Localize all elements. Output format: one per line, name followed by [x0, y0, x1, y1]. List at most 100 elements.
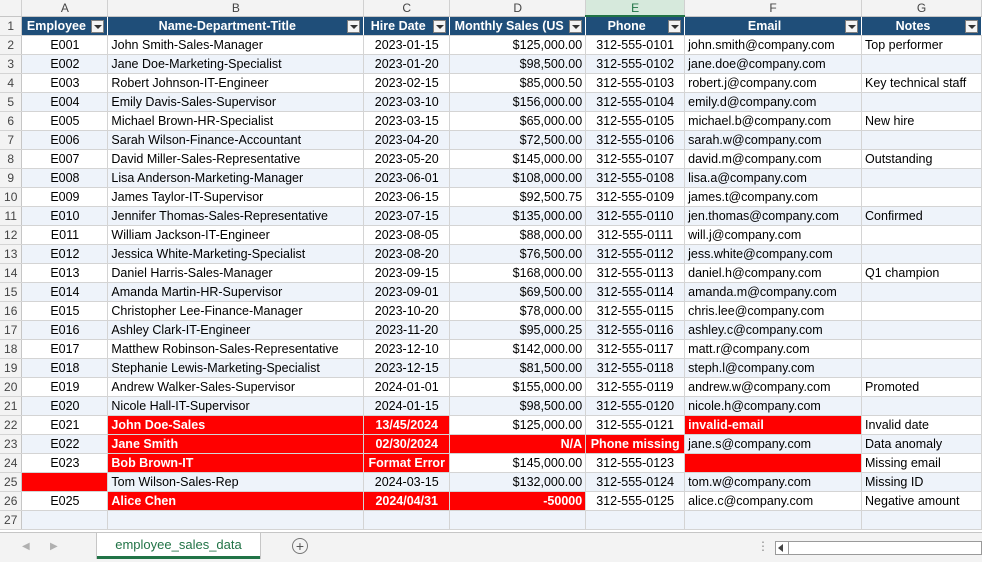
- hire-date-cell[interactable]: 2024-03-15: [363, 472, 451, 492]
- row-number[interactable]: 22: [0, 415, 23, 435]
- monthly-sales-cell[interactable]: [449, 510, 587, 530]
- notes-cell[interactable]: Top performer: [861, 35, 982, 55]
- employee-id-cell[interactable]: E006: [21, 130, 109, 150]
- phone-cell[interactable]: 312-555-0118: [585, 358, 686, 378]
- monthly-sales-cell[interactable]: $125,000.00: [449, 415, 587, 435]
- hire-date-cell[interactable]: Format Error: [363, 453, 451, 473]
- hire-date-cell[interactable]: 13/45/2024: [363, 415, 451, 435]
- employee-id-cell[interactable]: E012: [21, 244, 109, 264]
- add-sheet-icon[interactable]: +: [292, 538, 308, 554]
- monthly-sales-cell[interactable]: $98,500.00: [449, 396, 587, 416]
- employee-id-cell[interactable]: E021: [21, 415, 109, 435]
- phone-cell[interactable]: 312-555-0106: [585, 130, 686, 150]
- row-number[interactable]: 26: [0, 491, 23, 511]
- column-header-a[interactable]: A: [21, 0, 109, 17]
- scroll-left-arrow-icon[interactable]: [778, 544, 783, 552]
- hire-date-cell[interactable]: 2023-09-15: [363, 263, 451, 283]
- row-number[interactable]: 13: [0, 244, 23, 264]
- phone-cell[interactable]: 312-555-0115: [585, 301, 686, 321]
- phone-cell[interactable]: 312-555-0105: [585, 111, 686, 131]
- notes-cell[interactable]: Confirmed: [861, 206, 982, 226]
- employee-id-cell[interactable]: E019: [21, 377, 109, 397]
- hire-date-cell[interactable]: 2023-03-10: [363, 92, 451, 112]
- phone-cell[interactable]: 312-555-0116: [585, 320, 686, 340]
- phone-cell[interactable]: 312-555-0111: [585, 225, 686, 245]
- row-number[interactable]: 4: [0, 73, 23, 93]
- row-number[interactable]: 11: [0, 206, 23, 226]
- phone-cell[interactable]: 312-555-0112: [585, 244, 686, 264]
- employee-id-cell[interactable]: E023: [21, 453, 109, 473]
- row-number[interactable]: 19: [0, 358, 23, 378]
- notes-cell[interactable]: Negative amount: [861, 491, 982, 511]
- monthly-sales-cell[interactable]: $125,000.00: [449, 35, 587, 55]
- header-phone[interactable]: Phone: [585, 16, 686, 36]
- monthly-sales-cell[interactable]: $168,000.00: [449, 263, 587, 283]
- hire-date-cell[interactable]: 2024-01-01: [363, 377, 451, 397]
- phone-cell[interactable]: 312-555-0108: [585, 168, 686, 188]
- phone-cell[interactable]: 312-555-0114: [585, 282, 686, 302]
- monthly-sales-cell[interactable]: $85,000.50: [449, 73, 587, 93]
- hire-date-cell[interactable]: 2023-12-15: [363, 358, 451, 378]
- email-cell[interactable]: john.smith@company.com: [684, 35, 863, 55]
- phone-cell[interactable]: Phone missing: [585, 434, 686, 454]
- email-cell[interactable]: lisa.a@company.com: [684, 168, 863, 188]
- header-name-department-title[interactable]: Name-Department-Title: [107, 16, 365, 36]
- notes-cell[interactable]: [861, 225, 982, 245]
- employee-id-cell[interactable]: E011: [21, 225, 109, 245]
- email-cell[interactable]: invalid-email: [684, 415, 863, 435]
- hire-date-cell[interactable]: 02/30/2024: [363, 434, 451, 454]
- monthly-sales-cell[interactable]: $145,000.00: [449, 453, 587, 473]
- employee-id-cell[interactable]: E014: [21, 282, 109, 302]
- phone-cell[interactable]: 312-555-0123: [585, 453, 686, 473]
- employee-id-cell[interactable]: E010: [21, 206, 109, 226]
- row-number[interactable]: 15: [0, 282, 23, 302]
- employee-id-cell[interactable]: E013: [21, 263, 109, 283]
- name-cell[interactable]: Stephanie Lewis-Marketing-Specialist: [107, 358, 365, 378]
- hire-date-cell[interactable]: 2023-06-15: [363, 187, 451, 207]
- monthly-sales-cell[interactable]: $78,000.00: [449, 301, 587, 321]
- spreadsheet-grid[interactable]: A B C D E F G 1 Employee Name-Department…: [0, 0, 982, 530]
- phone-cell[interactable]: [585, 510, 686, 530]
- name-cell[interactable]: Michael Brown-HR-Specialist: [107, 111, 365, 131]
- hire-date-cell[interactable]: 2023-08-05: [363, 225, 451, 245]
- name-cell[interactable]: Tom Wilson-Sales-Rep: [107, 472, 365, 492]
- monthly-sales-cell[interactable]: $95,000.25: [449, 320, 587, 340]
- email-cell[interactable]: chris.lee@company.com: [684, 301, 863, 321]
- employee-id-cell[interactable]: E002: [21, 54, 109, 74]
- header-employee[interactable]: Employee: [21, 16, 109, 36]
- row-number[interactable]: 18: [0, 339, 23, 359]
- row-number[interactable]: 1: [0, 16, 23, 36]
- phone-cell[interactable]: 312-555-0120: [585, 396, 686, 416]
- row-number[interactable]: 9: [0, 168, 23, 188]
- filter-dropdown-icon[interactable]: [965, 19, 978, 33]
- phone-cell[interactable]: 312-555-0125: [585, 491, 686, 511]
- notes-cell[interactable]: [861, 339, 982, 359]
- filter-dropdown-icon[interactable]: [433, 19, 447, 33]
- column-header-f[interactable]: F: [684, 0, 863, 17]
- employee-id-cell[interactable]: E016: [21, 320, 109, 340]
- hire-date-cell[interactable]: 2023-02-15: [363, 73, 451, 93]
- employee-id-cell[interactable]: E007: [21, 149, 109, 169]
- row-number[interactable]: 12: [0, 225, 23, 245]
- email-cell[interactable]: tom.w@company.com: [684, 472, 863, 492]
- name-cell[interactable]: Daniel Harris-Sales-Manager: [107, 263, 365, 283]
- email-cell[interactable]: sarah.w@company.com: [684, 130, 863, 150]
- row-number[interactable]: 2: [0, 35, 23, 55]
- employee-id-cell[interactable]: E025: [21, 491, 109, 511]
- monthly-sales-cell[interactable]: $156,000.00: [449, 92, 587, 112]
- email-cell[interactable]: matt.r@company.com: [684, 339, 863, 359]
- filter-dropdown-icon[interactable]: [569, 19, 583, 33]
- name-cell[interactable]: John Smith-Sales-Manager: [107, 35, 365, 55]
- filter-dropdown-icon[interactable]: [91, 19, 105, 33]
- hire-date-cell[interactable]: 2024-01-15: [363, 396, 451, 416]
- phone-cell[interactable]: 312-555-0121: [585, 415, 686, 435]
- employee-id-cell[interactable]: [21, 510, 109, 530]
- hire-date-cell[interactable]: [363, 510, 451, 530]
- email-cell[interactable]: jane.doe@company.com: [684, 54, 863, 74]
- notes-cell[interactable]: [861, 358, 982, 378]
- name-cell[interactable]: Matthew Robinson-Sales-Representative: [107, 339, 365, 359]
- name-cell[interactable]: Ashley Clark-IT-Engineer: [107, 320, 365, 340]
- phone-cell[interactable]: 312-555-0107: [585, 149, 686, 169]
- hire-date-cell[interactable]: 2023-01-15: [363, 35, 451, 55]
- name-cell[interactable]: John Doe-Sales: [107, 415, 365, 435]
